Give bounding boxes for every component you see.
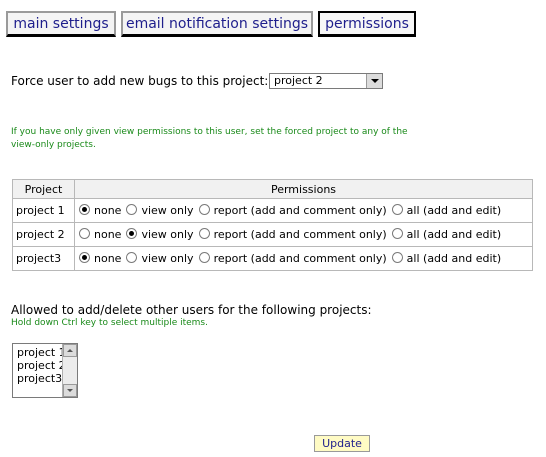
radio-button[interactable]	[391, 204, 403, 215]
permission-option[interactable]: none	[79, 204, 121, 217]
radio-button[interactable]	[198, 228, 210, 239]
permission-options: none view only report (add and comment onl…	[74, 222, 533, 247]
tab-permissions[interactable]: permissions	[318, 11, 416, 37]
table-row: project 1 none view only report (add and co…	[12, 198, 533, 223]
radio-button[interactable]	[126, 228, 138, 239]
force-project-value: project 2	[274, 74, 323, 87]
permission-option[interactable]: all (add and edit)	[391, 252, 502, 265]
permission-option-label: none	[94, 228, 122, 241]
permission-option-label: all (add and edit)	[406, 228, 502, 241]
project-name: project 2	[12, 222, 75, 247]
permission-option[interactable]: none	[79, 252, 121, 265]
radio-button[interactable]	[391, 228, 403, 239]
permission-option-label: none	[94, 204, 122, 217]
listbox-scrollbar[interactable]	[62, 344, 77, 397]
chevron-down-icon[interactable]	[366, 74, 382, 88]
radio-button[interactable]	[79, 228, 90, 239]
force-project-select[interactable]: project 2	[269, 73, 383, 89]
permission-option[interactable]: view only	[126, 204, 194, 217]
permission-options: none view only report (add and comment onl…	[74, 198, 533, 223]
tab-main-settings[interactable]: main settings	[6, 11, 116, 37]
project-name: project 1	[12, 198, 75, 223]
table-row: project3 none view only report (add and com…	[12, 246, 533, 271]
permission-option[interactable]: report (add and comment only)	[198, 252, 387, 265]
force-project-label: Force user to add new bugs to this proje…	[11, 74, 269, 88]
allowed-projects-listbox[interactable]: project 1 project 2 project3	[12, 343, 78, 398]
permission-option[interactable]: view only	[126, 228, 194, 241]
scroll-up-icon[interactable]	[63, 344, 77, 357]
permission-option[interactable]: none	[79, 228, 121, 241]
column-header-project: Project	[12, 179, 75, 199]
allowed-projects-hint: Hold down Ctrl key to select multiple it…	[11, 318, 208, 328]
force-project-hint: If you have only given view permissions …	[11, 127, 408, 150]
permission-option-label: view only	[141, 252, 194, 265]
radio-button[interactable]	[391, 252, 403, 263]
permission-option-label: view only	[141, 204, 194, 217]
force-project-row: Force user to add new bugs to this proje…	[11, 74, 268, 88]
radio-button[interactable]	[79, 204, 90, 215]
permission-option-label: report (add and comment only)	[213, 228, 387, 241]
table-row: project 2 none view only report (add and co…	[12, 222, 533, 247]
permission-options: none view only report (add and comment onl…	[74, 246, 533, 271]
permission-option[interactable]: report (add and comment only)	[198, 228, 387, 241]
permission-option-label: report (add and comment only)	[213, 252, 387, 265]
permission-option-label: view only	[141, 228, 194, 241]
permission-option[interactable]: all (add and edit)	[391, 204, 502, 217]
permission-option[interactable]: view only	[126, 252, 194, 265]
permission-option-label: none	[94, 252, 122, 265]
scroll-down-icon[interactable]	[63, 384, 77, 397]
permission-option-label: all (add and edit)	[406, 252, 502, 265]
permission-option[interactable]: all (add and edit)	[391, 228, 502, 241]
radio-button[interactable]	[198, 204, 210, 215]
project-name: project3	[12, 246, 75, 271]
update-button[interactable]: Update	[314, 435, 370, 452]
radio-button[interactable]	[198, 252, 210, 263]
radio-button[interactable]	[126, 252, 138, 263]
allowed-projects-label: Allowed to add/delete other users for th…	[11, 303, 372, 317]
permission-option-label: all (add and edit)	[406, 204, 502, 217]
radio-button[interactable]	[126, 204, 138, 215]
permission-option-label: report (add and comment only)	[213, 204, 387, 217]
column-header-permissions: Permissions	[74, 179, 533, 199]
permissions-table: Project Permissions project 1 none view on…	[12, 179, 533, 271]
permission-option[interactable]: report (add and comment only)	[198, 204, 387, 217]
tab-email-notification-settings[interactable]: email notification settings	[121, 11, 313, 37]
radio-button[interactable]	[79, 252, 90, 263]
